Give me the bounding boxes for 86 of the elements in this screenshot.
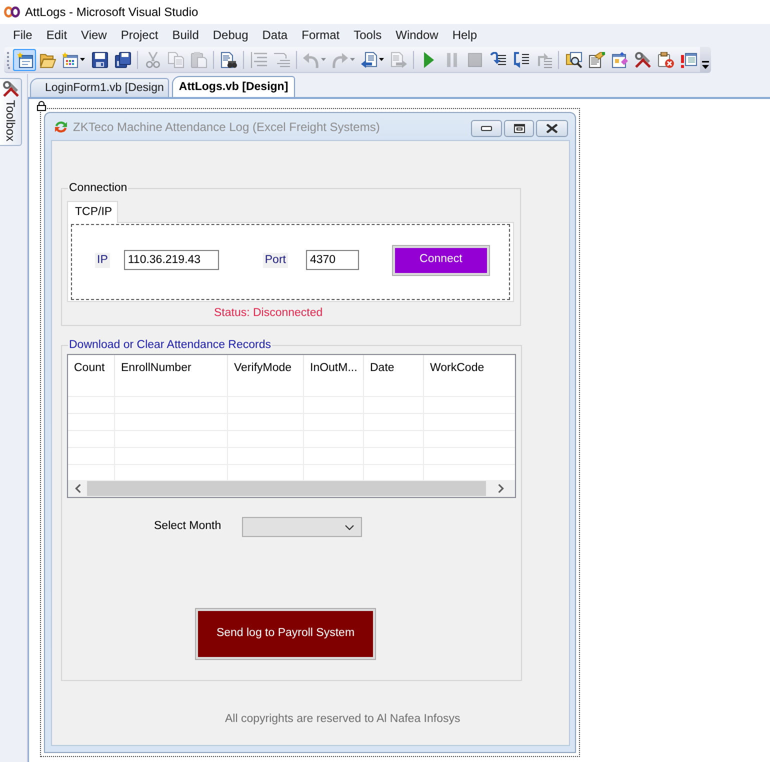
menu-item[interactable]: Window: [388, 27, 446, 43]
minimize-icon: [481, 126, 492, 130]
menu-item[interactable]: Data: [255, 27, 295, 43]
document-tab[interactable]: LoginForm1.vb [Design: [30, 78, 169, 97]
bracket-arrow-icon: [512, 52, 528, 68]
maximize-button[interactable]: [504, 120, 534, 136]
send-button[interactable]: Send log to Payroll System: [195, 608, 376, 660]
magnifier-window-icon: [566, 52, 582, 68]
menu-item[interactable]: Help: [445, 27, 484, 43]
window-icon: [16, 52, 32, 68]
arrow-lines-icon: [536, 52, 552, 68]
status-text: Status: Disconnected: [214, 306, 323, 320]
menu-item[interactable]: Debug: [206, 27, 256, 43]
circular-arrows-icon: [55, 120, 67, 132]
arrow-lines-icon: [490, 52, 506, 68]
window-shapes-icon: [612, 52, 628, 68]
redo-icon: [332, 52, 348, 68]
lock-icon: [37, 101, 46, 111]
column-header[interactable]: WorkCode: [424, 355, 515, 380]
hammer-wrench-icon: [634, 52, 650, 68]
chevron-left-icon: [74, 484, 80, 493]
month-label: Select Month: [154, 519, 222, 534]
port-label: Port: [262, 252, 288, 268]
port-field[interactable]: 4370: [306, 250, 359, 270]
grid-cell: [364, 380, 424, 397]
window-title: AttLogs - Microsoft Visual Studio: [25, 4, 198, 21]
window-exclamation-icon: [680, 52, 696, 68]
clipboard-error-icon: [658, 52, 674, 68]
menu-item[interactable]: View: [74, 27, 114, 43]
lines-icon: [250, 52, 266, 68]
toolbar-button[interactable]: [13, 48, 36, 70]
menu-item[interactable]: Tools: [346, 27, 389, 43]
lines-icon: [274, 52, 290, 68]
undo-icon: [303, 52, 319, 68]
form-title: ZKTeco Machine Attendance Log (Excel Freight Systems): [73, 118, 380, 136]
close-icon: [546, 124, 558, 132]
menu-item[interactable]: File: [6, 27, 40, 43]
grid-cell: [68, 380, 115, 397]
toolbox-tab[interactable]: Toolbox: [0, 78, 22, 146]
document-tab[interactable]: AttLogs.vb [Design]: [172, 76, 296, 97]
column-header[interactable]: VerifyMode: [228, 355, 304, 380]
column-header[interactable]: Date: [364, 355, 424, 380]
save-icon: [92, 52, 108, 68]
hammer-wrench-icon: [2, 81, 18, 97]
app-logo-icon: [4, 6, 20, 18]
column-header[interactable]: Count: [68, 355, 115, 380]
caret-icon: [379, 58, 384, 61]
close-button[interactable]: [536, 120, 568, 136]
folder-icon: [40, 52, 56, 68]
grid-cell: [68, 431, 115, 448]
ip-field[interactable]: 110.36.219.43: [124, 250, 219, 270]
chevron-down-icon: [345, 524, 354, 530]
grid-cell: [68, 414, 115, 431]
connection-tab[interactable]: TCP/IP: [67, 201, 118, 223]
column-header[interactable]: EnrollNumber: [115, 355, 228, 380]
ip-label: IP: [95, 252, 110, 268]
menu-item[interactable]: Format: [294, 27, 347, 43]
caret-icon: [80, 58, 85, 61]
menu-item[interactable]: Build: [165, 27, 206, 43]
caret-icon: [350, 58, 355, 61]
clipboard-icon: [190, 52, 206, 68]
grid-cell: [68, 397, 115, 414]
menu-item[interactable]: Project: [114, 27, 166, 43]
stop-icon: [466, 52, 482, 68]
grid-cell: [304, 380, 364, 397]
colored-window-icon: [62, 52, 78, 68]
scrollbar-thumb[interactable]: [87, 481, 486, 496]
document-icon: [588, 52, 604, 68]
documents-icon: [168, 52, 184, 68]
maximize-icon: [514, 124, 524, 132]
caret-icon: [321, 58, 326, 61]
column-header[interactable]: InOutM...: [304, 355, 364, 380]
grip-icon: [7, 50, 10, 68]
scissors-icon: [144, 52, 160, 68]
overflow-icon: [702, 61, 709, 69]
document-arrow-icon: [390, 52, 406, 68]
minimize-button[interactable]: [471, 120, 502, 136]
connect-button[interactable]: Connect: [392, 244, 490, 276]
document-arrow-icon: [361, 52, 377, 68]
floppy-disks-icon: [114, 52, 130, 68]
toolbar-overflow-button[interactable]: [700, 47, 711, 73]
chevron-right-icon: [498, 484, 504, 493]
grid-cell: [68, 448, 115, 465]
copyright-text: All copyrights are reserved to Al Nafea Infosys: [225, 712, 460, 727]
binoculars-document-icon: [220, 52, 236, 68]
menu-item[interactable]: Edit: [39, 27, 74, 43]
